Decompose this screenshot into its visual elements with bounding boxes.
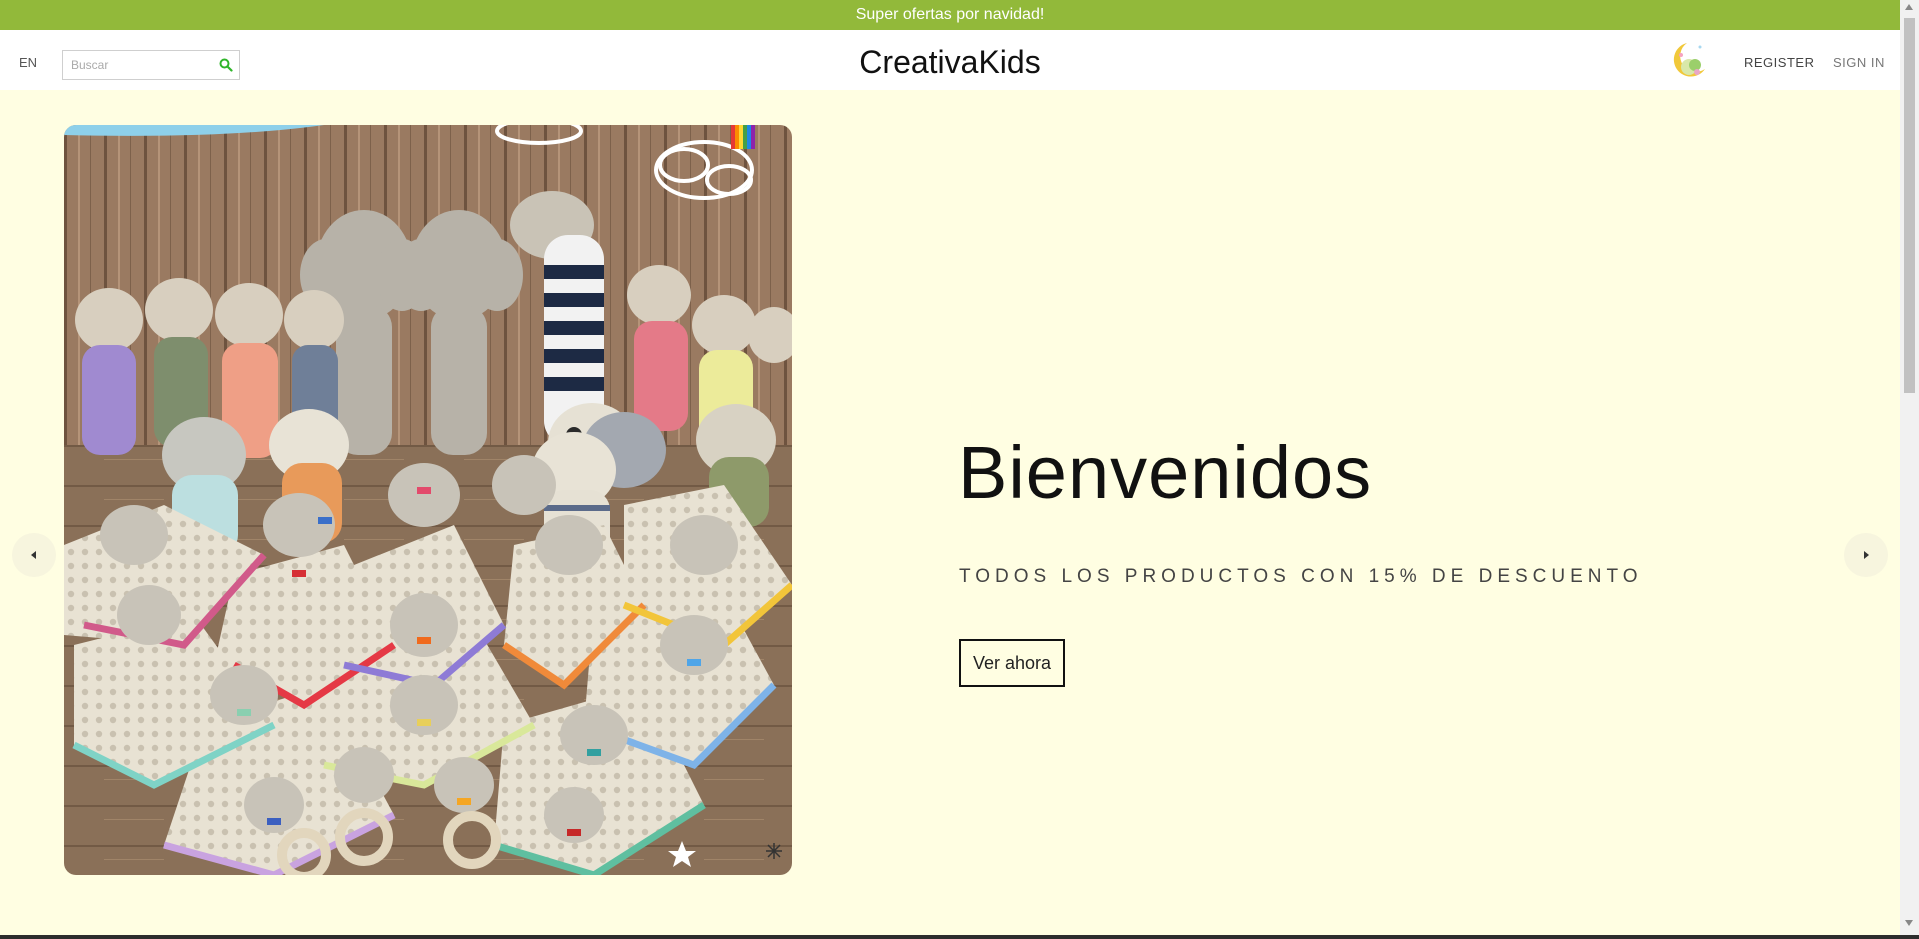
hero-title: Bienvenidos: [958, 431, 1373, 514]
page-bottom-border: [0, 935, 1919, 939]
language-selector[interactable]: EN: [19, 55, 37, 70]
shop-now-button[interactable]: Ver ahora: [959, 639, 1065, 687]
scroll-down-arrow-icon[interactable]: [1905, 920, 1913, 926]
chevron-left-icon: [31, 551, 36, 559]
search-box: [62, 50, 240, 80]
page-scrollbar[interactable]: [1900, 0, 1919, 935]
moon-avatar-icon: [1667, 37, 1713, 83]
announcement-text: Super ofertas por navidad!: [855, 6, 1045, 23]
avatar[interactable]: [1667, 37, 1713, 83]
sign-in-link[interactable]: SIGN IN: [1833, 55, 1885, 70]
search-input[interactable]: [63, 51, 213, 79]
carousel-prev-button[interactable]: [12, 533, 56, 577]
scrollbar-thumb[interactable]: [1904, 18, 1915, 393]
announcement-bar: Super ofertas por navidad!: [0, 0, 1900, 30]
crochet-toys-photo: [64, 125, 792, 875]
hero-subtitle: TODOS LOS PRODUCTOS CON 15% DE DESCUENTO: [959, 566, 1643, 587]
scroll-up-arrow-icon[interactable]: [1905, 4, 1913, 10]
carousel-next-button[interactable]: [1844, 533, 1888, 577]
search-icon[interactable]: [219, 58, 233, 72]
site-logo[interactable]: CreativaKids: [0, 44, 1900, 81]
hero-carousel: Bienvenidos TODOS LOS PRODUCTOS CON 15% …: [0, 90, 1900, 935]
register-link[interactable]: REGISTER: [1744, 55, 1814, 70]
hero-image-crochet-toys: [64, 125, 792, 875]
chevron-right-icon: [1864, 551, 1869, 559]
site-header: EN CreativaKids REGISTER SIGN IN: [0, 30, 1900, 90]
